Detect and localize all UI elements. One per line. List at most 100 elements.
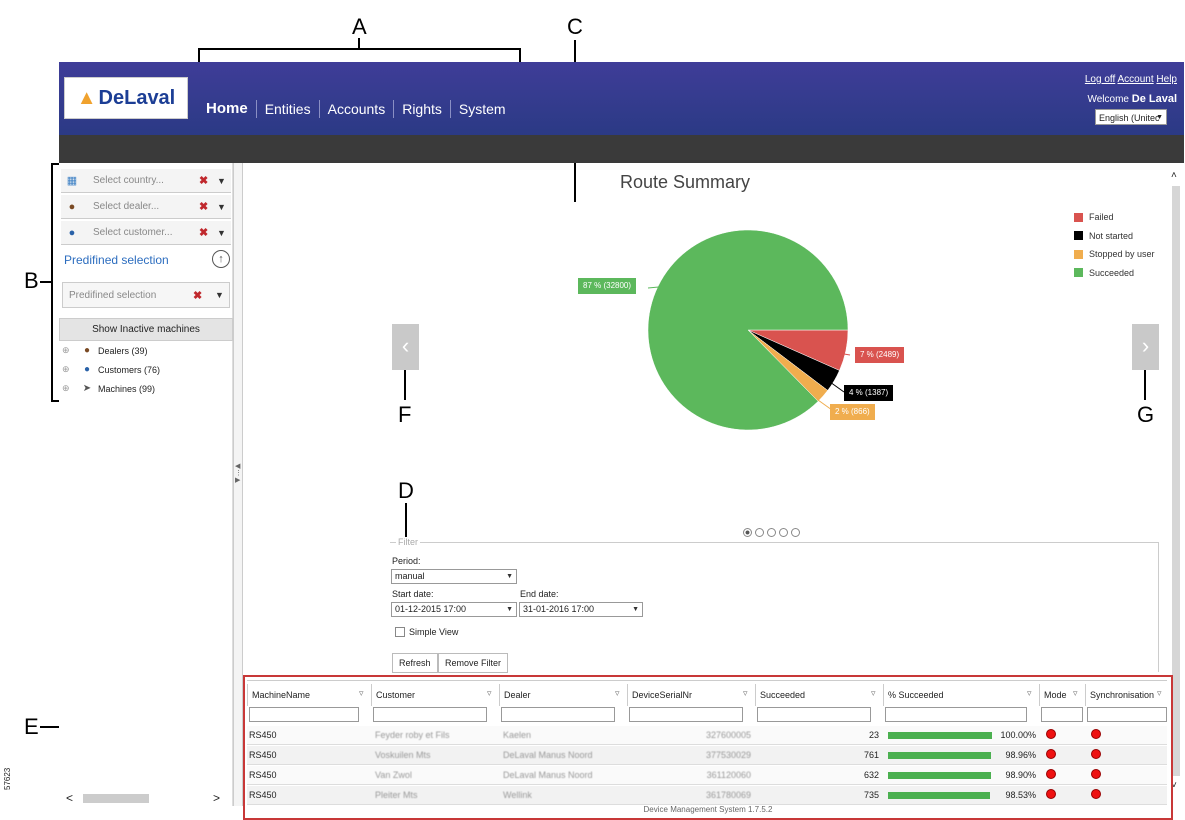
panel-splitter[interactable]: ◀ ⋮ ▶: [233, 163, 243, 806]
col-customer-filter-input[interactable]: [373, 707, 487, 722]
clear-icon[interactable]: ✖: [199, 226, 217, 239]
nav-system[interactable]: System: [451, 100, 514, 118]
tree-item-dealers[interactable]: ⊕ ● Dealers (39): [62, 345, 148, 356]
chevron-down-icon[interactable]: ▼: [217, 228, 231, 238]
language-select[interactable]: English (Unitec ▼: [1095, 109, 1167, 125]
sync-status-icon: [1091, 749, 1101, 759]
sync-status-icon: [1091, 769, 1101, 779]
country-select[interactable]: ▦ Select country... ✖ ▼: [61, 169, 231, 193]
scroll-left-icon[interactable]: <: [66, 791, 73, 805]
top-links: Log off Account Help: [1085, 74, 1177, 85]
col-mode-header[interactable]: Mode: [1039, 684, 1085, 706]
tree-item-customers[interactable]: ⊕ ● Customers (76): [62, 364, 160, 375]
data-label-succeeded: 87 % (32800): [578, 278, 637, 294]
legend-item[interactable]: Stopped by user: [1074, 245, 1155, 264]
filter-funnel-icon[interactable]: ▿: [359, 688, 364, 699]
nav-home[interactable]: Home: [198, 100, 257, 118]
tree-item-machines[interactable]: ⊕ ➤ Machines (99): [62, 383, 155, 394]
nav-accounts[interactable]: Accounts: [320, 100, 395, 118]
predefined-select[interactable]: Predifined selection ✖ ▼: [62, 282, 230, 308]
prev-chart-button[interactable]: ‹: [392, 324, 419, 370]
col-machinename-header[interactable]: MachineName: [247, 684, 371, 706]
cell-customer: Van Zwol: [375, 770, 412, 780]
filter-funnel-icon[interactable]: ▿: [1027, 688, 1032, 699]
expand-icon[interactable]: ⊕: [62, 364, 76, 375]
carousel-dot-2[interactable]: [755, 528, 764, 537]
col-deviceserialnr-filter-input[interactable]: [629, 707, 743, 722]
cell-succeeded: 632: [863, 770, 879, 780]
end-date-input[interactable]: 31-01-2016 17:00 ▼: [519, 602, 643, 617]
account-link[interactable]: Account: [1118, 74, 1154, 85]
col-succeeded-filter-input[interactable]: [757, 707, 871, 722]
col-percent-succeeded-header[interactable]: % Succeeded: [883, 684, 1039, 706]
customer-select[interactable]: ● Select customer... ✖ ▼: [61, 221, 231, 245]
col-succeeded-header[interactable]: Succeeded: [755, 684, 883, 706]
col-dealer-header[interactable]: Dealer: [499, 684, 627, 706]
callout-d: D: [398, 478, 414, 503]
customer-icon: ●: [68, 226, 76, 239]
scroll-up-icon[interactable]: ˄: [1171, 170, 1177, 181]
cell-dealer: DeLaval Manus Noord: [503, 770, 593, 780]
next-chart-button[interactable]: ›: [1132, 324, 1159, 370]
clear-icon[interactable]: ✖: [199, 200, 217, 213]
scroll-thumb[interactable]: [83, 793, 150, 803]
predefined-selection-title: Predifined selection: [64, 253, 169, 267]
clear-icon[interactable]: ✖: [193, 289, 215, 302]
carousel-dot-1[interactable]: [743, 528, 752, 537]
nav-rights[interactable]: Rights: [394, 100, 451, 118]
chevron-down-icon[interactable]: ▼: [215, 290, 229, 300]
show-inactive-button[interactable]: Show Inactive machines: [59, 318, 233, 341]
carousel-dot-4[interactable]: [779, 528, 788, 537]
welcome-user: De Laval: [1131, 93, 1177, 105]
filter-funnel-icon[interactable]: ▿: [871, 688, 876, 699]
scroll-right-icon[interactable]: >: [213, 791, 220, 805]
col-deviceserialnr-header[interactable]: DeviceSerialNr: [627, 684, 755, 706]
clear-icon[interactable]: ✖: [199, 174, 217, 187]
toolbar-strip: [59, 135, 1184, 163]
filter-funnel-icon[interactable]: ▿: [615, 688, 620, 699]
collapse-up-icon[interactable]: ↑: [212, 250, 230, 268]
cell-dealer: Wellink: [503, 790, 532, 800]
legend-label: Failed: [1089, 212, 1114, 223]
mode-status-icon: [1046, 789, 1056, 799]
delaval-logo[interactable]: ▲ DeLaval: [64, 77, 188, 119]
col-percent-succeeded-filter-input[interactable]: [885, 707, 1027, 722]
chevron-down-icon[interactable]: ▼: [217, 176, 231, 186]
logoff-link[interactable]: Log off: [1085, 74, 1115, 85]
expand-icon[interactable]: ⊕: [62, 345, 76, 356]
refresh-button[interactable]: Refresh: [392, 653, 438, 673]
col-customer-header[interactable]: Customer: [371, 684, 499, 706]
main-nav: Home Entities Accounts Rights System: [198, 100, 514, 118]
machine-icon: ➤: [82, 383, 92, 394]
cell-machine: RS450: [249, 750, 277, 760]
simple-view-checkbox[interactable]: [395, 627, 405, 637]
expand-icon[interactable]: ⊕: [62, 383, 76, 394]
legend-item[interactable]: Not started: [1074, 227, 1155, 246]
legend-item[interactable]: Succeeded: [1074, 264, 1155, 283]
data-label-stopped-by-user: 2 % (866): [830, 404, 875, 420]
welcome-text: Welcome De Laval: [1087, 93, 1177, 105]
filter-funnel-icon[interactable]: ▿: [1157, 688, 1162, 699]
filter-funnel-icon[interactable]: ▿: [487, 688, 492, 699]
scroll-thumb[interactable]: [1172, 186, 1180, 776]
col-synchronisation-filter-input[interactable]: [1087, 707, 1167, 722]
carousel-dot-3[interactable]: [767, 528, 776, 537]
start-date-input[interactable]: 01-12-2015 17:00 ▼: [391, 602, 517, 617]
carousel-dot-5[interactable]: [791, 528, 800, 537]
legend-item[interactable]: Failed: [1074, 208, 1155, 227]
chevron-down-icon[interactable]: ▼: [217, 202, 231, 212]
filter-funnel-icon[interactable]: ▿: [1073, 688, 1078, 699]
filter-funnel-icon[interactable]: ▿: [743, 688, 748, 699]
col-dealer-filter-input[interactable]: [501, 707, 615, 722]
left-horizontal-scrollbar[interactable]: < >: [66, 791, 224, 805]
remove-filter-button[interactable]: Remove Filter: [438, 653, 509, 673]
help-link[interactable]: Help: [1156, 74, 1177, 85]
period-select[interactable]: manual ▼: [391, 569, 517, 584]
success-bar: [888, 772, 991, 779]
flag-icon: ▦: [66, 175, 78, 187]
nav-entities[interactable]: Entities: [257, 100, 320, 118]
col-mode-filter-input[interactable]: [1041, 707, 1083, 722]
sync-status-icon: [1091, 729, 1101, 739]
dealer-select[interactable]: ● Select dealer... ✖ ▼: [61, 195, 231, 219]
col-machinename-filter-input[interactable]: [249, 707, 359, 722]
